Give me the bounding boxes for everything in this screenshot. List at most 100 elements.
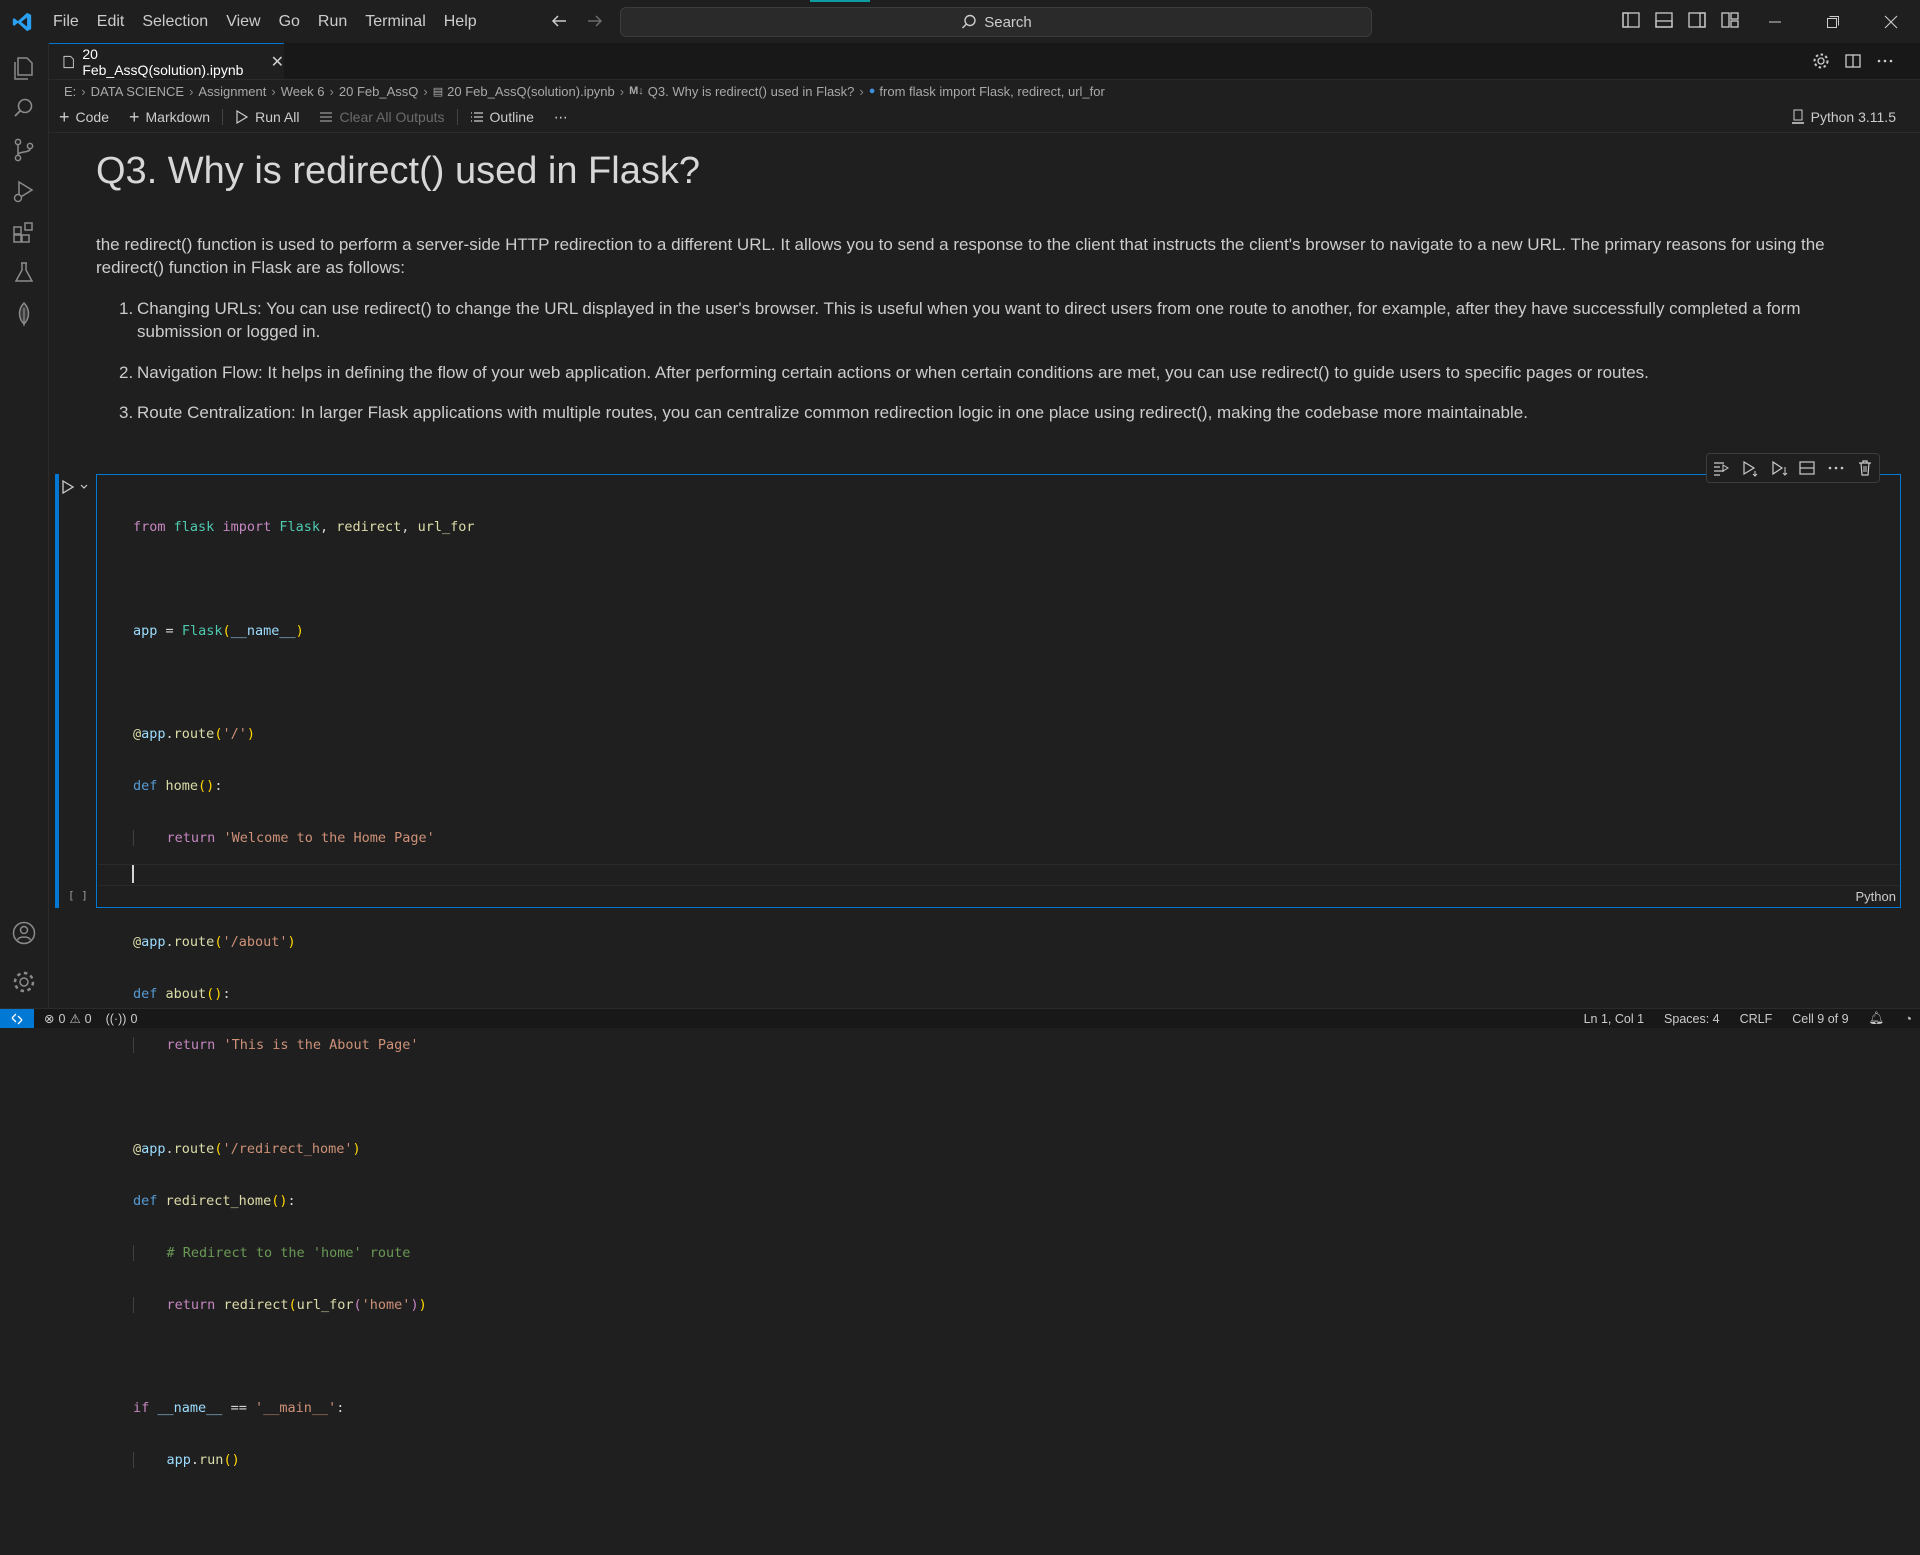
menu-view[interactable]: View xyxy=(217,0,269,43)
restore-button[interactable] xyxy=(1804,0,1862,43)
outline-button[interactable]: Outline xyxy=(460,104,544,130)
breadcrumb-item[interactable]: Q3. Why is redirect() used in Flask? xyxy=(648,84,855,99)
problems-indicator[interactable]: ⊗ 0 ⚠ 0 xyxy=(44,1011,92,1027)
outline-label: Outline xyxy=(489,109,534,125)
breadcrumb-item[interactable]: Assignment xyxy=(198,84,266,99)
error-count: 0 xyxy=(58,1011,66,1026)
code-line: return 'Welcome to the Home Page' xyxy=(133,829,474,849)
split-editor-icon[interactable] xyxy=(1844,52,1862,70)
remote-indicator[interactable] xyxy=(0,1009,34,1028)
settings-gear-icon[interactable] xyxy=(10,968,38,996)
chevron-right-icon: › xyxy=(423,83,428,99)
cell-heading: Q3. Why is redirect() used in Flask? xyxy=(96,150,700,192)
editor-tab-bar: 20 Feb_AssQ(solution).ipynb ✕ xyxy=(49,43,1920,80)
notebook-file-icon xyxy=(63,55,74,68)
split-cell-icon[interactable] xyxy=(1798,459,1816,477)
toolbar-border xyxy=(49,132,1920,133)
code-line: return redirect(url_for('home')) xyxy=(133,1296,474,1316)
search-icon xyxy=(962,14,976,29)
close-window-button[interactable] xyxy=(1862,0,1920,43)
ports-indicator[interactable]: ((·)) 0 xyxy=(106,1012,138,1026)
chevron-right-icon: › xyxy=(189,83,194,99)
breadcrumb-item[interactable]: 20 Feb_AssQ xyxy=(339,84,419,99)
breadcrumb-item[interactable]: from flask import Flask, redirect, url_f… xyxy=(879,84,1104,99)
extensions-icon[interactable] xyxy=(10,218,38,246)
minimize-button[interactable] xyxy=(1746,0,1804,43)
customize-layout-icon[interactable] xyxy=(1719,9,1741,31)
tab-close-icon[interactable]: ✕ xyxy=(271,52,284,72)
plus-icon: + xyxy=(128,106,140,127)
indentation-setting[interactable]: Spaces: 4 xyxy=(1664,1012,1720,1026)
toggle-secondary-sidebar-icon[interactable] xyxy=(1686,9,1708,31)
copilot-icon[interactable]: ◔ xyxy=(1904,1012,1912,1026)
menu-run[interactable]: Run xyxy=(309,0,356,43)
cell-language-label[interactable]: Python xyxy=(1856,889,1896,904)
markdown-icon: M↓ xyxy=(629,85,644,97)
run-all-button[interactable]: Run All xyxy=(225,104,309,130)
testing-flask-icon[interactable] xyxy=(10,259,38,287)
menu-selection[interactable]: Selection xyxy=(133,0,217,43)
end-of-line[interactable]: CRLF xyxy=(1740,1012,1773,1026)
chevron-right-icon: › xyxy=(859,83,864,99)
cursor-position[interactable]: Ln 1, Col 1 xyxy=(1584,1012,1644,1026)
search-label: Search xyxy=(984,13,1032,31)
code-line: return 'This is the About Page' xyxy=(133,1036,474,1056)
notebook-toolbar: + Code + Markdown Run All Clear All Outp… xyxy=(49,103,1920,131)
intro-line-1: the redirect() function is used to perfo… xyxy=(96,235,1825,254)
accounts-icon[interactable] xyxy=(10,919,38,947)
toggle-primary-sidebar-icon[interactable] xyxy=(1620,9,1642,31)
command-center-search[interactable]: Search xyxy=(620,7,1372,37)
execute-below-icon[interactable] xyxy=(1741,459,1759,477)
code-line: @app.route('/redirect_home') xyxy=(133,1141,361,1158)
toggle-panel-icon[interactable] xyxy=(1653,9,1675,31)
code-cell-editor[interactable]: from flask import Flask, redirect, url_f… xyxy=(96,474,1901,1469)
text-cursor xyxy=(132,865,134,883)
breadcrumb: E: › DATA SCIENCE › Assignment › Week 6 › 20… xyxy=(64,80,1105,102)
code-line: app = Flask(__name__) xyxy=(133,622,304,639)
kernel-icon xyxy=(1791,109,1804,124)
delete-cell-icon[interactable] xyxy=(1856,459,1874,477)
cell-more-icon[interactable] xyxy=(1827,459,1845,477)
tab-notebook[interactable]: 20 Feb_AssQ(solution).ipynb ✕ xyxy=(49,43,284,79)
explorer-icon[interactable] xyxy=(10,54,38,82)
notifications-bell-icon[interactable]: 🔔︎ xyxy=(1869,1011,1885,1026)
add-code-cell-button[interactable]: + Code xyxy=(49,104,119,130)
cell-focus-indicator xyxy=(55,474,59,908)
source-control-icon[interactable] xyxy=(10,136,38,164)
add-markdown-cell-button[interactable]: + Markdown xyxy=(119,104,220,130)
list-number: 3. xyxy=(119,403,134,422)
menu-help[interactable]: Help xyxy=(435,0,486,43)
leaf-extension-icon[interactable] xyxy=(10,300,38,328)
code-line: from flask import Flask, redirect, url_f… xyxy=(133,519,475,535)
breadcrumb-item[interactable]: E: xyxy=(64,84,76,99)
notebook-settings-icon[interactable] xyxy=(1812,52,1830,70)
toolbar-more-button[interactable]: ⋯ xyxy=(544,104,578,130)
menu-bar: File Edit Selection View Go Run Terminal… xyxy=(44,0,486,43)
execute-and-below-icon[interactable] xyxy=(1770,459,1788,477)
execute-above-icon[interactable] xyxy=(1712,459,1730,477)
kernel-picker[interactable]: Python 3.11.5 xyxy=(1791,103,1896,131)
activity-bar xyxy=(0,43,49,1008)
chevron-down-icon[interactable] xyxy=(79,482,89,492)
menu-file[interactable]: File xyxy=(44,0,88,43)
menu-edit[interactable]: Edit xyxy=(88,0,134,43)
add-code-label: Code xyxy=(75,109,109,125)
toolbar-divider xyxy=(456,109,458,125)
menu-go[interactable]: Go xyxy=(270,0,309,43)
cell-indicator[interactable]: Cell 9 of 9 xyxy=(1792,1012,1848,1026)
breadcrumb-item[interactable]: Week 6 xyxy=(281,84,325,99)
back-arrow-icon[interactable] xyxy=(548,10,570,32)
clear-all-outputs-button[interactable]: Clear All Outputs xyxy=(309,104,454,130)
more-actions-icon[interactable] xyxy=(1876,52,1894,70)
markdown-cell[interactable]: Q3. Why is redirect() used in Flask? the… xyxy=(96,140,1876,422)
breadcrumb-item[interactable]: DATA SCIENCE xyxy=(91,84,184,99)
forward-arrow-icon[interactable] xyxy=(584,10,606,32)
menu-terminal[interactable]: Terminal xyxy=(356,0,434,43)
search-view-icon[interactable] xyxy=(10,95,38,123)
execute-cell-button[interactable] xyxy=(61,477,97,497)
run-debug-icon[interactable] xyxy=(10,177,38,205)
outline-list-icon xyxy=(470,112,483,122)
list-item-text: Route Centralization: In larger Flask ap… xyxy=(137,403,1528,422)
breadcrumb-item[interactable]: 20 Feb_AssQ(solution).ipynb xyxy=(447,84,615,99)
